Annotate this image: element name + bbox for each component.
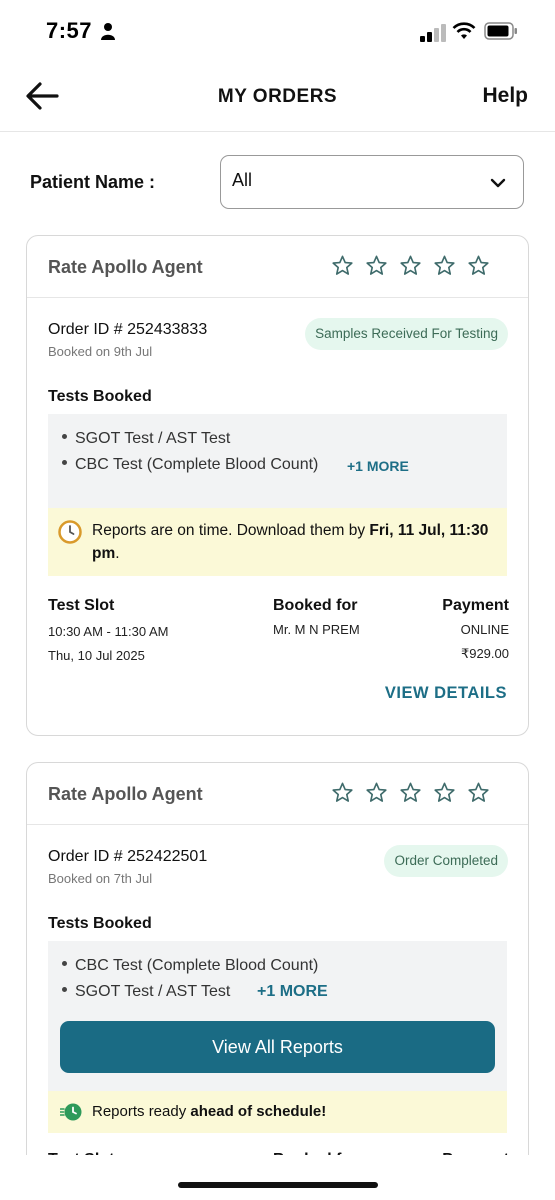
booked-for-heading: Booked for	[273, 597, 358, 614]
star-icon[interactable]	[467, 254, 490, 277]
status-badge: Order Completed	[384, 845, 508, 877]
list-item: SGOT Test / AST Test	[62, 983, 230, 1001]
wifi-icon	[452, 22, 476, 39]
bottom-safe-area	[0, 1155, 555, 1200]
cellular-signal-icon	[420, 24, 446, 42]
notice-prefix: Reports are on time. Download them by	[92, 522, 370, 539]
tests-list: SGOT Test / AST Test CBC Test (Complete …	[48, 414, 507, 508]
list-item: CBC Test (Complete Blood Count)	[62, 957, 318, 975]
payment-mode: ONLINE	[460, 622, 509, 637]
star-icon[interactable]	[433, 781, 456, 804]
view-details-button[interactable]: VIEW DETAILS	[385, 684, 507, 703]
status-time: 7:57	[46, 18, 93, 43]
booked-for-name: Mr. M N PREM	[273, 622, 360, 637]
star-icon[interactable]	[399, 254, 422, 277]
notice-prefix: Reports ready	[92, 1103, 191, 1120]
rate-agent-row: Rate Apollo Agent	[27, 763, 528, 825]
tests-list: CBC Test (Complete Blood Count) SGOT Tes…	[48, 941, 507, 1091]
rating-stars[interactable]	[331, 781, 490, 804]
order-id: Order ID # 252433833	[48, 321, 208, 338]
star-icon[interactable]	[467, 781, 490, 804]
rating-stars[interactable]	[331, 254, 490, 277]
person-icon	[101, 23, 115, 40]
payment-heading: Payment	[442, 597, 509, 614]
star-icon[interactable]	[365, 781, 388, 804]
test-slot-heading: Test Slot	[48, 597, 115, 614]
order-id: Order ID # 252422501	[48, 848, 208, 865]
star-icon[interactable]	[331, 781, 354, 804]
app-header: MY ORDERS Help	[0, 64, 555, 132]
star-icon[interactable]	[433, 254, 456, 277]
booked-on-date: Booked on 9th Jul	[48, 344, 153, 359]
list-item: CBC Test (Complete Blood Count)	[62, 456, 318, 474]
list-item: SGOT Test / AST Test	[62, 430, 230, 448]
patient-name-label: Patient Name :	[30, 172, 156, 192]
battery-icon	[484, 22, 517, 40]
notice-text: Reports are on time. Download them by Fr…	[92, 519, 492, 565]
test-name: SGOT Test / AST Test	[75, 983, 231, 1000]
notice-highlight: ahead of schedule!	[190, 1103, 327, 1120]
clock-icon	[58, 520, 82, 544]
page-title: MY ORDERS	[217, 86, 338, 107]
more-tests-link[interactable]: +1 MORE	[257, 983, 328, 1001]
star-icon[interactable]	[399, 781, 422, 804]
test-slot-time: 10:30 AM - 11:30 AM	[48, 624, 169, 639]
report-timing-notice: Reports ready ahead of schedule!	[48, 1091, 507, 1133]
more-tests-link[interactable]: +1 MORE	[347, 458, 409, 474]
patient-name-dropdown[interactable]: All	[220, 155, 524, 209]
star-icon[interactable]	[331, 254, 354, 277]
view-all-reports-button[interactable]: View All Reports	[60, 1021, 495, 1073]
order-card: Rate Apollo Agent Order ID # 252422501 B…	[26, 762, 529, 1162]
notice-suffix: .	[115, 545, 120, 562]
test-name: SGOT Test / AST Test	[75, 430, 231, 447]
notice-text: Reports ready ahead of schedule!	[92, 1100, 326, 1123]
tests-booked-heading: Tests Booked	[48, 915, 152, 932]
test-name: CBC Test (Complete Blood Count)	[75, 957, 319, 974]
chevron-down-icon	[490, 178, 506, 188]
tests-booked-heading: Tests Booked	[48, 388, 152, 405]
rate-agent-label: Rate Apollo Agent	[48, 257, 203, 277]
home-indicator[interactable]	[178, 1182, 378, 1188]
test-slot-date: Thu, 10 Jul 2025	[48, 648, 145, 663]
patient-name-selected: All	[232, 170, 253, 190]
order-card: Rate Apollo Agent Order ID # 252433833 B…	[26, 235, 529, 736]
help-link[interactable]: Help	[482, 84, 528, 108]
star-icon[interactable]	[365, 254, 388, 277]
payment-amount: ₹929.00	[460, 646, 509, 661]
test-name: CBC Test (Complete Blood Count)	[75, 456, 319, 473]
report-timing-notice: Reports are on time. Download them by Fr…	[48, 508, 507, 576]
rate-agent-row: Rate Apollo Agent	[27, 236, 528, 298]
rate-agent-label: Rate Apollo Agent	[48, 784, 203, 804]
status-bar: 7:57	[0, 0, 555, 64]
fast-clock-icon	[60, 1103, 82, 1121]
booked-on-date: Booked on 7th Jul	[48, 871, 153, 886]
status-badge: Samples Received For Testing	[305, 318, 508, 350]
